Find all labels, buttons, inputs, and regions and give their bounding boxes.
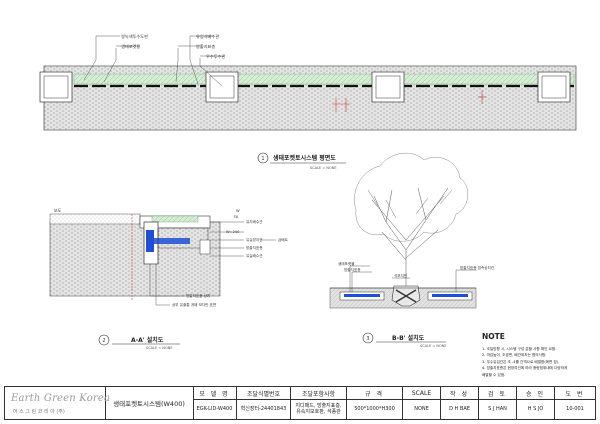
section-b-label-3: 석포지반 [394,273,408,278]
tb-value-model: EGK-LID-W400 [196,406,233,412]
section-b-label-1: 생태포켓볼 [338,261,355,266]
section-a-top-w: W [236,209,240,213]
section-a-label-3: 유실방지관 [246,237,263,242]
section-a-bottom-2: 상부 유출통 개패 보다반 표면 [172,302,216,307]
section-b-label-4: 방출지표층 접속상치관 [460,265,495,270]
section-a-bottom-1: 방출지표층 상치 [186,293,210,298]
section-b-title-number-text: 3 [366,336,369,342]
tb-col-model: 모 델 명 EGK-LID-W400 [193,387,237,419]
section-b-scale: SCALE = NONE [420,344,447,348]
tb-col-approved: 승 인 H S JO [517,387,555,419]
tb-col-drawing-no: 도 번 10-001 [555,387,595,419]
section-a-top-fa: FA [234,215,239,219]
tb-col-checked: 검 토 S J HAN [479,387,517,419]
plan-label-4: 방출지표층 [196,43,215,50]
section-a-title: A-A' 설치도 [131,336,164,344]
plan-label-1: 쌍녹색투수도판 [121,33,148,40]
tb-value-spec: 500*1000*H300 [354,406,395,412]
drawing-canvas: 쌍녹색투수도판 생태포켓용 유입식배수관 방출지표층 우수투수관 1 생태포켓토… [39,33,577,350]
tb-value-checked: S J HAN [488,406,507,412]
section-a-view: 유지배수관 W=240 유실방지관 방출지표층 유실배수관 급배트 W FA 보… [49,208,289,350]
tb-value-included: 지디패드, 방출지표층, 유속지보호판, 석종관 [295,403,342,415]
plan-view: 쌍녹색투수도판 생태포켓용 유입식배수관 방출지표층 우수투수관 1 생태포켓토… [39,33,577,170]
note-item-5: 배열할 수 있음. [482,372,506,377]
notes-panel: NOTE 1. 조일방향 시, 시스템 구성 분할 사항 확인 요함. 2. 마… [482,332,594,378]
section-a-label-4: 방출지표층 [246,245,263,250]
tb-col-spec: 규 격 500*1000*H300 [347,387,403,419]
tb-col-included: 조달포함사항 지디패드, 방출지표층, 유속지보호판, 석종관 [291,387,347,419]
section-a-scale: SCALE = NONE [146,346,173,350]
plan-label-2: 생태포켓용 [121,43,140,50]
tb-value-drawn: D H BAE [449,406,470,412]
title-block-grid: 모 델 명 EGK-LID-W400 조달식별번호 혁신장터-24401843 … [193,387,595,419]
section-a-ground [49,221,221,297]
title-block: Earth Green Korea 어 스 그 린 코 리 아 (주) 생태포켓… [4,386,596,420]
logo-main-text: Earth Green Korea [11,393,111,404]
plan-title: 생태포켓토시스템 평면도 [273,154,336,162]
section-b-label-2: 방출지표층 [344,267,361,272]
plan-title-number-text: 1 [261,156,264,162]
section-a-label-5: 유실배수관 [246,253,263,258]
drawing-sheet: 쌍녹색투수도판 생태포켓용 유입식배수관 방출지표층 우수투수관 1 생태포켓토… [0,0,600,424]
tb-col-drawn: 작 성 D H BAE [441,387,479,419]
section-a-blue-pipe [146,230,154,252]
section-a-walkway: 보도 [54,208,62,213]
plan-tree-box-3 [371,71,405,103]
notes-heading: NOTE [482,332,505,341]
plan-label-5: 우수투수관 [206,53,225,60]
company-logo: Earth Green Korea 어 스 그 린 코 리 아 (주) [5,387,110,419]
plan-scale: SCALE = NONE [310,166,337,170]
plan-green-band [73,73,575,85]
section-a-label-6: 급배트 [278,237,289,242]
tb-col-scale: SCALE NONE [403,387,441,419]
tb-value-scale: NONE [414,406,429,412]
tb-value-procurement-id: 혁신장터-24401843 [240,406,287,412]
section-b-title: B-B' 설치도 [392,334,425,342]
section-a-label-1: 유지배수관 [246,219,263,224]
plan-tree-box-1 [39,71,73,103]
tb-col-procurement-id: 조달식별번호 혁신장터-24401843 [237,387,291,419]
drawing-name: 생태포켓토시스템(W400) [105,387,194,419]
plan-tree-box-4 [537,71,571,103]
plan-label-3: 유입식배수관 [196,33,219,40]
section-b-view: 생태포켓볼 방출지표층 석포지반 방출지표층 접속상치관 3 B-B' 설치도 … [329,153,495,348]
tb-value-drawing-no: 10-001 [566,406,584,412]
section-a-label-2: W=240 [226,230,240,234]
tree-illustration [354,153,468,290]
tb-value-approved: H S JO [527,406,544,412]
plan-tree-box-2 [205,71,239,103]
section-a-title-number-text: 2 [102,338,105,344]
logo-sub-text: 어 스 그 린 코 리 아 (주) [13,409,65,415]
